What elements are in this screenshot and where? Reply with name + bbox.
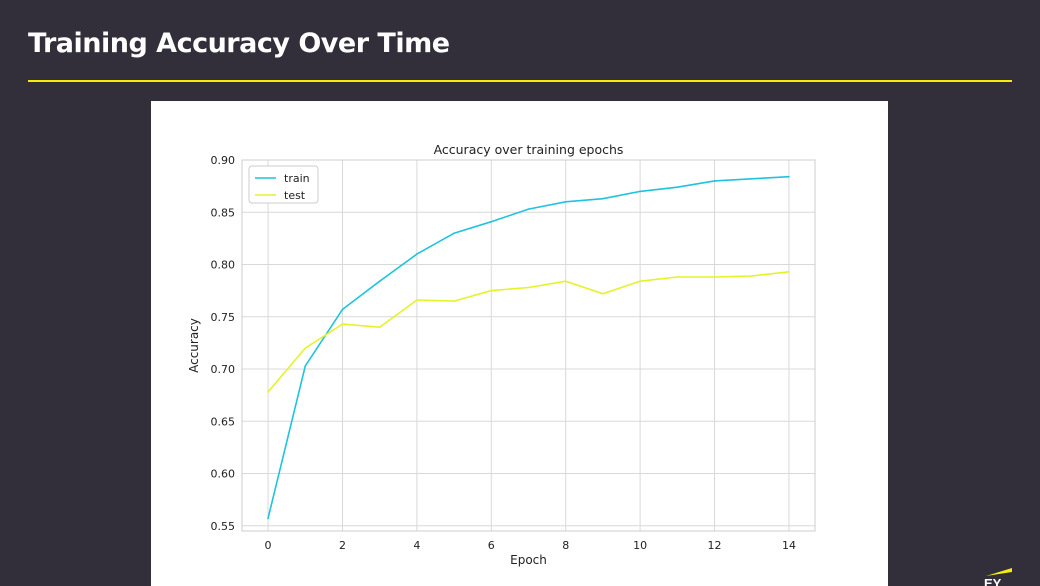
y-tick-label: 0.65 (211, 415, 236, 428)
legend-label-test: test (284, 189, 306, 202)
tick-labels: 0 2 4 6 8 10 12 14 0.55 0.60 0.65 0.70 0.75 0.80 0.85 0… (211, 154, 796, 552)
data-point-test (713, 276, 716, 278)
data-point-train (490, 220, 493, 223)
y-tick-label: 0.80 (211, 259, 236, 272)
ey-logo-icon: EY (984, 568, 1012, 586)
data-point-train (267, 517, 269, 520)
x-tick-label: 0 (265, 539, 272, 552)
x-tick-label: 6 (488, 539, 495, 552)
legend-label-train: train (284, 172, 310, 185)
data-point-test (453, 300, 455, 302)
data-point-test (378, 326, 381, 329)
y-tick-label: 0.70 (211, 363, 236, 376)
y-tick-label: 0.55 (211, 520, 236, 533)
data-point-test (602, 292, 604, 295)
legend: train test (248, 165, 319, 204)
x-tick-label: 8 (562, 539, 569, 552)
x-tick-label: 4 (413, 539, 420, 552)
data-point-test (639, 280, 641, 283)
grid-layer (242, 159, 815, 531)
data-point-test (527, 286, 530, 289)
data-point-train (527, 208, 530, 210)
x-axis-label: Epoch (510, 553, 547, 567)
data-point-train (713, 180, 716, 182)
data-point-train (602, 197, 604, 200)
data-point-test (676, 276, 679, 278)
data-point-test (750, 275, 753, 277)
title-divider (28, 80, 1012, 82)
x-tick-label: 2 (339, 539, 346, 552)
data-point-train (453, 232, 455, 234)
plot-frame (241, 159, 816, 532)
accuracy-chart: 0 2 4 6 8 10 12 14 0.55 0.60 0.65 0.70 0.75 0.80 0.85 0… (187, 142, 816, 567)
series-layer (267, 175, 790, 520)
data-point-test (490, 289, 493, 292)
series-line-train (267, 175, 790, 519)
y-tick-label: 0.90 (211, 154, 236, 167)
data-point-test (416, 299, 418, 301)
data-point-train (378, 280, 381, 283)
y-tick-label: 0.75 (211, 311, 236, 324)
y-axis-label: Accuracy (187, 318, 201, 373)
data-point-train (750, 178, 753, 180)
data-point-train (341, 308, 344, 311)
data-point-train (416, 253, 418, 255)
data-point-train (304, 365, 307, 367)
data-point-test (304, 347, 307, 349)
data-point-test (341, 323, 344, 325)
data-point-train (788, 175, 790, 178)
data-point-train (676, 186, 679, 188)
chart-title: Accuracy over training epochs (434, 142, 624, 157)
y-tick-label: 0.60 (211, 468, 236, 481)
data-point-test (788, 271, 790, 273)
page-title: Training Accuracy Over Time (28, 28, 450, 59)
series-line-test (267, 271, 790, 393)
x-tick-label: 14 (782, 539, 796, 552)
x-tick-label: 10 (633, 539, 647, 552)
data-point-train (564, 201, 567, 203)
data-point-test (564, 280, 567, 283)
data-point-test (267, 391, 269, 393)
x-tick-label: 12 (708, 539, 722, 552)
chart-panel: 0 2 4 6 8 10 12 14 0.55 0.60 0.65 0.70 0.75 0.80 0.85 0… (151, 101, 888, 586)
ey-logo-text: EY (984, 576, 1002, 586)
data-point-train (639, 190, 641, 193)
y-tick-label: 0.85 (211, 206, 236, 219)
